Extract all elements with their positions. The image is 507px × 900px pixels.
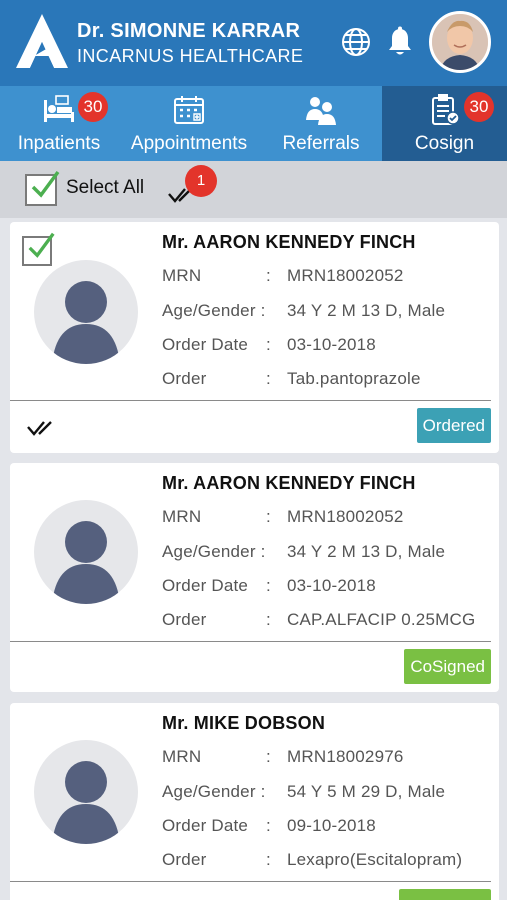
patient-card[interactable]: Mr. AARON KENNEDY FINCH MRN: MRN18002052 … — [10, 463, 499, 692]
mrn-label: MRN — [162, 266, 202, 285]
inpatients-badge: 30 — [78, 92, 108, 122]
card-checkbox[interactable] — [22, 232, 55, 266]
tab-referrals[interactable]: Referrals — [260, 86, 382, 161]
colon: : — [266, 747, 271, 766]
mrn-value: MRN18002052 — [287, 507, 404, 526]
age-gender-value: 34 Y 2 M 13 D, Male — [287, 542, 446, 561]
incarnus-logo — [16, 14, 68, 68]
colon: : — [266, 266, 271, 285]
order-value: Lexapro(Escitalopram) — [287, 850, 463, 869]
patient-name: Mr. AARON KENNEDY FINCH — [162, 232, 416, 252]
colon: : — [266, 369, 271, 388]
age-gender-label: Age/Gender : — [162, 782, 266, 801]
users-icon — [306, 97, 336, 125]
user-avatar[interactable] — [429, 11, 491, 73]
order-label: Order — [162, 369, 207, 388]
age-gender-label: Age/Gender : — [162, 542, 266, 561]
tab-bar: 30 Inpatients Appointments Referrals 30 … — [0, 86, 507, 161]
tab-cosign-label: Cosign — [414, 133, 475, 154]
colon: : — [266, 507, 271, 526]
bed-icon — [44, 95, 74, 122]
status-badge[interactable]: CoSigned — [404, 649, 491, 684]
tab-cosign[interactable]: 30 Cosign — [382, 86, 507, 161]
order-label: Order — [162, 610, 207, 629]
tab-referrals-label: Referrals — [282, 133, 360, 154]
colon: : — [266, 850, 271, 869]
bell-icon[interactable] — [386, 26, 414, 58]
card-divider — [10, 881, 491, 882]
double-check-icon[interactable] — [26, 419, 62, 437]
order-date-label: Order Date — [162, 576, 249, 595]
organization-name: INCARNUS HEALTHCARE — [77, 46, 304, 66]
clipboard-check-icon — [431, 94, 460, 125]
order-date-value: 03-10-2018 — [287, 335, 376, 354]
tab-appointments[interactable]: Appointments — [118, 86, 260, 161]
patient-avatar — [34, 740, 138, 844]
tab-appointments-label: Appointments — [130, 133, 248, 154]
app-header: Dr. SIMONNE KARRAR INCARNUS HEALTHCARE — [0, 0, 507, 86]
mrn-value: MRN18002976 — [287, 747, 404, 766]
mrn-label: MRN — [162, 507, 202, 526]
card-divider — [10, 641, 491, 642]
checkmark-icon — [28, 232, 55, 258]
checkmark-icon — [31, 170, 60, 198]
colon: : — [266, 610, 271, 629]
age-gender-label: Age/Gender : — [162, 301, 266, 320]
patient-avatar — [34, 500, 138, 604]
order-label: Order — [162, 850, 207, 869]
patient-card[interactable]: Mr. MIKE DOBSON MRN: MRN18002976 Age/Gend… — [10, 703, 499, 900]
colon: : — [266, 576, 271, 595]
select-all-bar: Select All — [0, 161, 507, 218]
tab-inpatients[interactable]: 30 Inpatients — [0, 86, 118, 161]
calendar-icon — [174, 96, 204, 124]
age-gender-value: 54 Y 5 M 29 D, Male — [287, 782, 446, 801]
colon: : — [266, 816, 271, 835]
doctor-name: Dr. SIMONNE KARRAR — [77, 20, 301, 42]
patient-card[interactable]: Mr. AARON KENNEDY FINCH MRN: MRN18002052 … — [10, 222, 499, 453]
globe-icon[interactable] — [340, 26, 372, 58]
cosign-count-badge: 1 — [185, 165, 217, 197]
patient-name: Mr. MIKE DOBSON — [162, 713, 326, 733]
patient-name: Mr. AARON KENNEDY FINCH — [162, 473, 416, 493]
order-date-value: 03-10-2018 — [287, 576, 376, 595]
age-gender-value: 34 Y 2 M 13 D, Male — [287, 301, 446, 320]
order-date-label: Order Date — [162, 816, 249, 835]
patient-avatar — [34, 260, 138, 364]
cosign-badge: 30 — [464, 92, 494, 122]
order-value: CAP.ALFACIP 0.25MCG — [287, 610, 476, 629]
status-badge[interactable] — [399, 889, 491, 900]
mrn-value: MRN18002052 — [287, 266, 404, 285]
card-divider — [10, 400, 491, 401]
select-all-checkbox[interactable] — [25, 170, 60, 206]
tab-inpatients-label: Inpatients — [17, 133, 101, 154]
order-value: Tab.pantoprazole — [287, 369, 421, 388]
order-date-label: Order Date — [162, 335, 249, 354]
status-badge[interactable]: Ordered — [416, 408, 491, 443]
mrn-label: MRN — [162, 747, 202, 766]
select-all-label: Select All — [66, 177, 145, 198]
order-date-value: 09-10-2018 — [287, 816, 376, 835]
colon: : — [266, 335, 271, 354]
